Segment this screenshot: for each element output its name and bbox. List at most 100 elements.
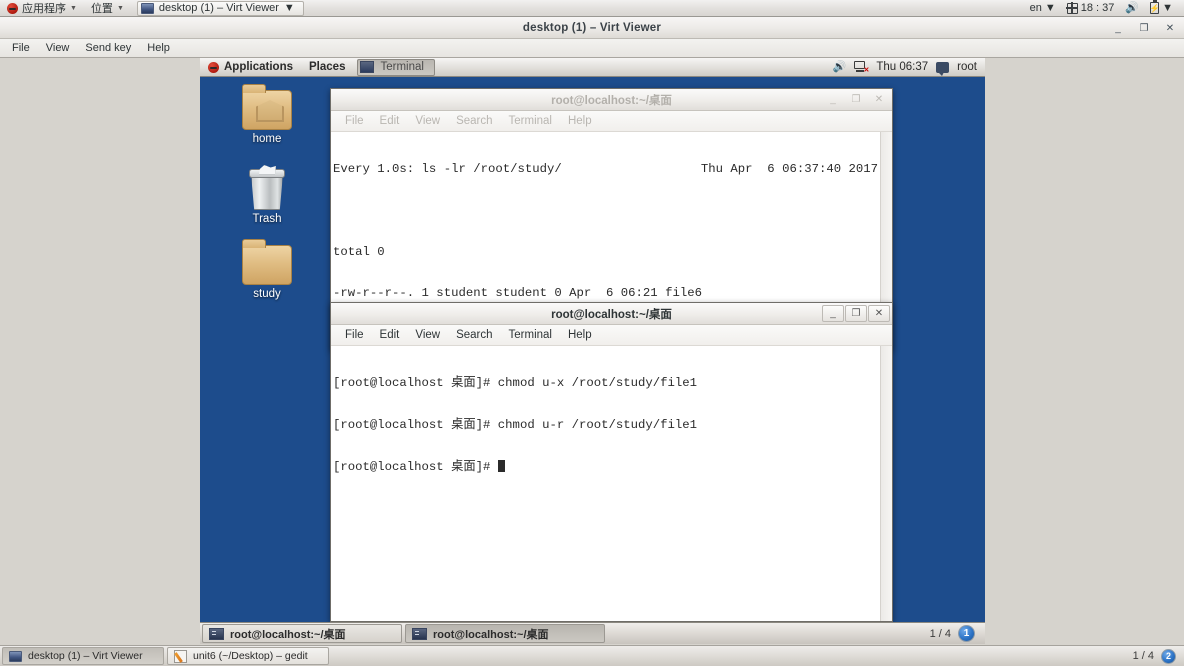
watch-blank-line [333, 205, 892, 219]
volume-icon: 🔊 [1125, 1, 1140, 14]
vm-taskbar-item-terminal-2[interactable]: root@localhost:~/桌面 [405, 624, 605, 643]
vm-clock-label[interactable]: Thu 06:37 [876, 61, 928, 73]
terminal-icon [412, 627, 427, 640]
menu-help[interactable]: Help [139, 40, 178, 56]
host-panel-status-area: en ▼ 18 : 37 🔊 ⚡ ▼ [1026, 0, 1184, 14]
terminal-menu-edit[interactable]: Edit [372, 115, 408, 127]
host-places-menu[interactable]: 位置 ▼ [84, 0, 131, 17]
terminal-active-window-controls: _ ❐ ✕ [822, 305, 890, 322]
vm-taskbar-item-label: root@localhost:~/桌面 [433, 628, 549, 641]
shell-prompt-line: [root@localhost 桌面]# [333, 459, 892, 475]
vm-taskbar-item-terminal-1[interactable]: root@localhost:~/桌面 [202, 624, 402, 643]
vm-workspace-switcher[interactable]: 1 / 4 1 [930, 625, 983, 642]
terminal-menu-terminal[interactable]: Terminal [501, 329, 560, 341]
desktop-icon-trash-label: Trash [252, 213, 282, 225]
host-volume-button[interactable]: 🔊 [1121, 1, 1143, 14]
vm-panel-status-area: 🔊 ✕ Thu 06:37 root [833, 61, 985, 76]
host-bottom-taskbar: desktop (1) – Virt Viewer unit6 (~/Deskt… [0, 645, 1184, 666]
host-taskbar-item-virt-viewer[interactable]: desktop (1) – Virt Viewer [2, 647, 164, 665]
watch-timestamp: Thu Apr 6 06:37:40 2017 [700, 162, 878, 177]
virt-viewer-window-controls: _ ❐ ✕ [1112, 17, 1176, 39]
host-taskbar-item-label: unit6 (~/Desktop) – gedit [193, 650, 308, 662]
vm-workspace-label: 1 / 4 [929, 627, 951, 640]
terminal-menu-file[interactable]: File [337, 115, 372, 127]
host-panel-task-virt-viewer[interactable]: desktop (1) – Virt Viewer ▼ [136, 0, 304, 16]
desktop-icon-study-label: study [253, 288, 281, 300]
chevron-down-icon: ▼ [1044, 2, 1056, 14]
trash-icon [247, 165, 287, 210]
desktop-icon-trash[interactable]: Trash [224, 165, 310, 225]
maximize-icon[interactable]: ❐ [1138, 22, 1150, 34]
vm-places-label: Places [309, 61, 346, 73]
vm-user-label[interactable]: root [957, 61, 977, 73]
close-icon[interactable]: ✕ [868, 305, 890, 322]
terminal-menu-edit[interactable]: Edit [372, 329, 408, 341]
maximize-icon[interactable]: ❐ [845, 91, 867, 108]
terminal-active-body[interactable]: [root@localhost 桌面]# chmod u-x /root/stu… [331, 346, 892, 621]
desktop-icon-study[interactable]: study [224, 239, 310, 300]
host-places-label: 位置 [90, 3, 113, 15]
network-disconnected-icon[interactable]: ✕ [854, 61, 869, 74]
menu-view[interactable]: View [38, 40, 78, 56]
terminal-active-menubar: File Edit View Search Terminal Help [331, 325, 892, 346]
volume-icon[interactable]: 🔊 [833, 61, 847, 73]
desktop-icon-home[interactable]: home [224, 84, 310, 145]
close-icon[interactable]: ✕ [868, 91, 890, 108]
terminal-window-active[interactable]: root@localhost:~/桌面 _ ❐ ✕ File Edit View… [330, 302, 893, 622]
terminal-menu-help[interactable]: Help [560, 115, 600, 127]
terminal-watch-window-controls: _ ❐ ✕ [822, 91, 890, 108]
terminal-menu-view[interactable]: View [407, 329, 448, 341]
close-icon[interactable]: ✕ [1164, 22, 1176, 34]
host-applications-label: 应用程序 [22, 3, 66, 15]
folder-icon [242, 239, 292, 285]
vm-top-panel: Applications Places Terminal 🔊 ✕ Thu 06:… [200, 58, 985, 77]
chevron-down-icon: ▼ [70, 4, 77, 12]
vm-panel-task-label: Terminal [380, 61, 424, 73]
maximize-icon[interactable]: ❐ [845, 305, 867, 322]
monitor-icon [140, 2, 154, 14]
host-top-panel: 应用程序 ▼ 位置 ▼ desktop (1) – Virt Viewer ▼ … [0, 0, 1184, 17]
vm-places-menu[interactable]: Places [301, 58, 353, 77]
shell-line: [root@localhost 桌面]# chmod u-r /root/stu… [333, 417, 698, 432]
terminal-active-scrollbar[interactable] [880, 346, 892, 621]
terminal-menu-terminal[interactable]: Terminal [501, 115, 560, 127]
vm-taskbar-item-label: root@localhost:~/桌面 [230, 628, 346, 641]
host-workspace-switcher[interactable]: 1 / 4 2 [1133, 648, 1182, 664]
terminal-menu-help[interactable]: Help [560, 329, 600, 341]
shell-prompt: [root@localhost 桌面]# [333, 459, 498, 474]
chevron-down-icon: ▼ [1162, 2, 1173, 14]
terminal-menu-view[interactable]: View [407, 115, 448, 127]
host-clock[interactable]: 18 : 37 [1063, 2, 1119, 14]
keyboard-layout-label: en [1029, 2, 1042, 14]
vm-applications-label: Applications [224, 61, 294, 73]
host-applications-menu[interactable]: 应用程序 ▼ [0, 0, 84, 17]
minimize-icon[interactable]: _ [822, 91, 844, 108]
menu-send-key[interactable]: Send key [77, 40, 139, 56]
terminal-icon [360, 61, 375, 73]
vm-panel-task-terminal[interactable]: Terminal [357, 58, 435, 76]
vm-bottom-taskbar: root@localhost:~/桌面 root@localhost:~/桌面 … [200, 622, 985, 644]
minimize-icon[interactable]: _ [822, 305, 844, 322]
virt-viewer-title: desktop (1) – Virt Viewer [522, 21, 662, 34]
host-taskbar-item-gedit[interactable]: unit6 (~/Desktop) – gedit [167, 647, 329, 665]
chat-icon [936, 61, 950, 76]
menu-file[interactable]: File [4, 40, 38, 56]
vm-display: Applications Places Terminal 🔊 ✕ Thu 06:… [200, 58, 985, 644]
gedit-icon [174, 649, 187, 663]
terminal-watch-menubar: File Edit View Search Terminal Help [331, 111, 892, 132]
terminal-menu-file[interactable]: File [337, 329, 372, 341]
host-taskbar-item-label: desktop (1) – Virt Viewer [28, 650, 143, 662]
desktop-icon-home-label: home [252, 133, 282, 145]
vm-applications-menu[interactable]: Applications [200, 58, 301, 77]
terminal-watch-title: root@localhost:~/桌面 [551, 94, 672, 107]
shell-line: [root@localhost 桌面]# chmod u-x /root/stu… [333, 376, 698, 391]
terminal-menu-search[interactable]: Search [448, 115, 500, 127]
text-cursor [497, 459, 505, 472]
watch-header-row: Every 1.0s: ls -lr /root/study/ Thu Apr … [333, 163, 892, 177]
minimize-icon[interactable]: _ [1112, 22, 1124, 34]
host-battery-indicator[interactable]: ⚡ ▼ [1146, 0, 1177, 14]
terminal-menu-search[interactable]: Search [448, 329, 500, 341]
ls-row: -rw-r--r--. 1 student student 0 Apr 6 06… [333, 285, 702, 300]
home-folder-icon [242, 84, 292, 130]
keyboard-layout-indicator[interactable]: en ▼ [1026, 2, 1060, 14]
